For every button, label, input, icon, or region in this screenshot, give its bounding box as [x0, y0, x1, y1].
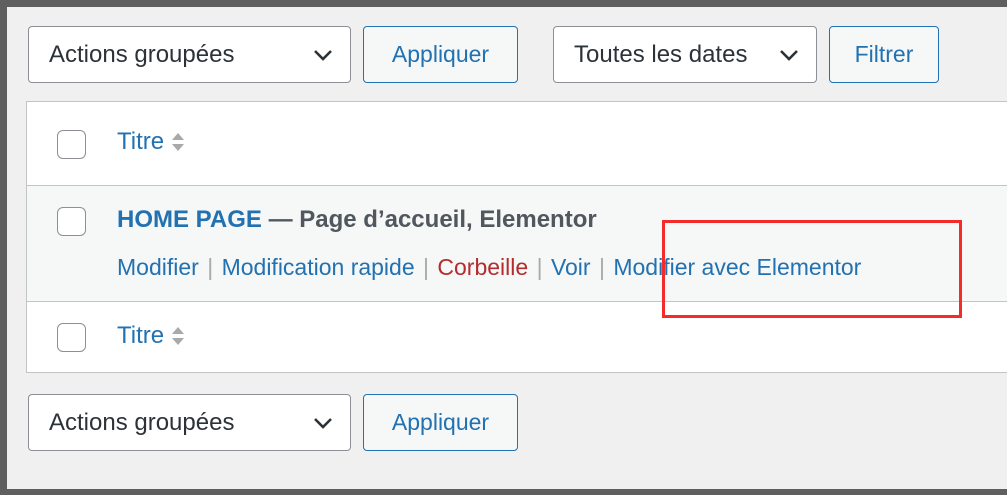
chevron-down-icon: [780, 49, 798, 61]
date-filter-select[interactable]: Toutes les dates: [553, 26, 817, 83]
column-title-sort-footer[interactable]: Titre: [117, 322, 186, 350]
bulk-actions-select-bottom[interactable]: Actions groupées: [28, 394, 351, 451]
row-post-states: Page d’accueil, Elementor: [299, 206, 597, 233]
chevron-down-icon: [314, 417, 332, 429]
table-header-row: Titre: [27, 102, 1007, 186]
column-title-label: Titre: [117, 322, 165, 349]
row-action-divider: |: [207, 254, 214, 280]
edit-link[interactable]: Modifier: [117, 254, 199, 280]
bulk-actions-select-value: Actions groupées: [49, 40, 235, 68]
row-title: HOME PAGE — Page d’accueil, Elementor: [117, 206, 597, 234]
column-title-label: Titre: [117, 128, 165, 155]
bulk-actions-select-top[interactable]: Actions groupées: [28, 26, 351, 83]
row-action-divider: |: [536, 254, 543, 280]
quick-edit-link[interactable]: Modification rapide: [222, 254, 415, 280]
sort-arrows-icon: [172, 133, 185, 151]
highlight-box: [662, 220, 962, 318]
row-title-link[interactable]: HOME PAGE: [117, 206, 262, 233]
row-checkbox[interactable]: [57, 207, 86, 236]
row-action-divider: |: [598, 254, 605, 280]
column-title-sort[interactable]: Titre: [117, 128, 186, 156]
trash-link[interactable]: Corbeille: [437, 254, 528, 280]
select-all-checkbox-footer[interactable]: [57, 323, 86, 352]
row-action-divider: |: [423, 254, 430, 280]
row-title-separator: —: [261, 206, 300, 233]
chevron-down-icon: [314, 49, 332, 61]
screenshot-frame: Actions groupées Appliquer Toutes les da…: [0, 0, 1007, 495]
sort-arrows-icon: [172, 327, 185, 345]
apply-button-bottom[interactable]: Appliquer: [363, 394, 518, 451]
filter-button[interactable]: Filtrer: [829, 26, 939, 83]
apply-button-top[interactable]: Appliquer: [363, 26, 518, 83]
bulk-actions-select-value: Actions groupées: [49, 408, 235, 436]
date-filter-select-value: Toutes les dates: [574, 40, 748, 68]
view-link[interactable]: Voir: [551, 254, 591, 280]
select-all-checkbox[interactable]: [57, 130, 86, 159]
